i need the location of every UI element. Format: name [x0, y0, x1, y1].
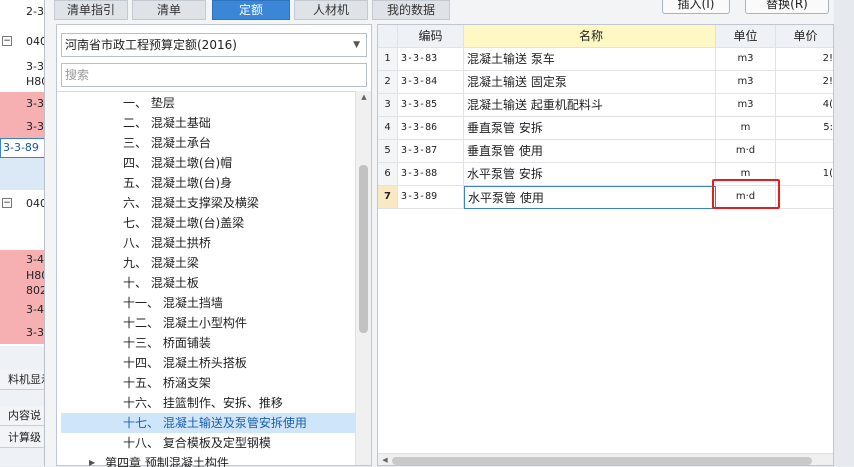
quota-tree-panel: 河南省市政工程预算定额(2016) ▼ 一、 垫层 二、 混凝土基础 三、 混凝…: [56, 24, 372, 467]
tree-item[interactable]: 十六、 挂篮制作、安拆、推移: [61, 393, 355, 413]
tree-item[interactable]: 十一、 混凝土挡墙: [61, 293, 355, 313]
tab-my-data[interactable]: 我的数据: [372, 0, 450, 20]
cell-name[interactable]: 垂直泵管 使用: [464, 140, 716, 163]
cell-unit[interactable]: m: [716, 117, 776, 140]
quota-book-value: 河南省市政工程预算定额(2016): [65, 38, 237, 52]
tab-list-guide[interactable]: 清单指引: [54, 0, 128, 20]
tab-quota[interactable]: 定额: [212, 0, 290, 20]
tree-item[interactable]: 五、 混凝土墩(台)身: [61, 173, 355, 193]
cell-price[interactable]: 5:: [776, 117, 833, 140]
quota-grid: 编码 名称 单位 单价 1 3-3-83 混凝土输送 泵车 m3 2! 2 3-…: [377, 24, 834, 466]
cell-code[interactable]: 3-3-85: [398, 94, 464, 117]
tree-item[interactable]: 八、 混凝土拱桥: [61, 233, 355, 253]
cell-code[interactable]: 3-3-88: [398, 163, 464, 186]
search-input[interactable]: [61, 63, 367, 87]
tree-item[interactable]: 九、 混凝土梁: [61, 253, 355, 273]
tree-item[interactable]: 四、 混凝土墩(台)帽: [61, 153, 355, 173]
tab-labor-material-machine[interactable]: 人材机: [294, 0, 368, 20]
row-number: 5: [378, 140, 398, 163]
tree-item[interactable]: 三、 混凝土承台: [61, 133, 355, 153]
cell-unit[interactable]: m3: [716, 71, 776, 94]
scroll-left-icon[interactable]: ◀: [380, 456, 390, 464]
tree-item[interactable]: 一、 垫层: [61, 93, 355, 113]
tab-list[interactable]: 清单: [132, 0, 206, 20]
row-number: 1: [378, 48, 398, 71]
tree-item[interactable]: 十二、 混凝土小型构件: [61, 313, 355, 333]
cell-code[interactable]: 3-3-89: [398, 186, 464, 209]
row-number: 7: [378, 186, 398, 209]
grid-horizontal-scrollbar[interactable]: ◀: [378, 453, 833, 465]
quota-book-select[interactable]: 河南省市政工程预算定额(2016) ▼: [61, 33, 367, 57]
col-header-name[interactable]: 名称: [464, 25, 716, 48]
cell-price[interactable]: 1(: [776, 163, 833, 186]
cell-price[interactable]: [776, 186, 833, 209]
insert-button[interactable]: 插入(I): [662, 0, 730, 14]
cell-name[interactable]: 混凝土输送 起重机配料斗: [464, 94, 716, 117]
tree-item-selected[interactable]: 十七、 混凝土输送及泵管安拆使用: [61, 413, 355, 433]
tree-item-chapter[interactable]: ▶ 第四章 预制混凝土构件: [61, 453, 355, 467]
cell-name[interactable]: 混凝土输送 泵车: [464, 48, 716, 71]
cell-code[interactable]: 3-3-87: [398, 140, 464, 163]
row-number: 6: [378, 163, 398, 186]
cell-price[interactable]: 4(: [776, 94, 833, 117]
cell-code[interactable]: 3-3-84: [398, 71, 464, 94]
cell-unit[interactable]: m·d: [716, 140, 776, 163]
chapter-tree: 一、 垫层 二、 混凝土基础 三、 混凝土承台 四、 混凝土墩(台)帽 五、 混…: [57, 91, 355, 467]
col-header-price[interactable]: 单价: [776, 25, 833, 48]
cell-price[interactable]: [776, 140, 833, 163]
collapse-icon[interactable]: −: [2, 36, 12, 46]
caret-right-icon[interactable]: ▶: [89, 453, 95, 467]
cell-name[interactable]: 水平泵管 使用: [464, 186, 716, 209]
tree-item[interactable]: 十三、 桥面铺装: [61, 333, 355, 353]
tree-scrollbar[interactable]: ▲: [355, 91, 371, 465]
collapse-icon[interactable]: −: [2, 198, 12, 208]
cell-unit[interactable]: m3: [716, 94, 776, 117]
col-header-unit[interactable]: 单位: [716, 25, 776, 48]
cell-code[interactable]: 3-3-83: [398, 48, 464, 71]
row-number: 4: [378, 117, 398, 140]
tree-item[interactable]: 十八、 复合模板及定型钢模: [61, 433, 355, 453]
cell-name[interactable]: 水平泵管 安拆: [464, 163, 716, 186]
row-number: 2: [378, 71, 398, 94]
replace-button[interactable]: 替换(R): [745, 0, 829, 14]
cell-price[interactable]: 2!: [776, 48, 833, 71]
cell-unit[interactable]: m3: [716, 48, 776, 71]
cell-name[interactable]: 混凝土输送 固定泵: [464, 71, 716, 94]
row-number: 3: [378, 94, 398, 117]
scrollbar-thumb[interactable]: [359, 165, 368, 333]
tree-item[interactable]: 十五、 桥涵支架: [61, 373, 355, 393]
highlight-annotation: [712, 179, 780, 209]
tree-item[interactable]: 七、 混凝土墩(台)盖梁: [61, 213, 355, 233]
tree-item[interactable]: 二、 混凝土基础: [61, 113, 355, 133]
tree-item[interactable]: 十四、 混凝土桥头搭板: [61, 353, 355, 373]
scroll-up-icon[interactable]: ▲: [359, 93, 369, 101]
cell-name[interactable]: 垂直泵管 安拆: [464, 117, 716, 140]
cell-price[interactable]: 2!: [776, 71, 833, 94]
tree-item[interactable]: 十、 混凝土板: [61, 273, 355, 293]
grid-corner: [378, 25, 398, 48]
background-right-strip: [832, 0, 854, 466]
cell-code[interactable]: 3-3-86: [398, 117, 464, 140]
chevron-down-icon: ▼: [353, 40, 360, 50]
col-header-code[interactable]: 编码: [398, 25, 464, 48]
scrollbar-thumb[interactable]: [392, 457, 812, 465]
tree-item[interactable]: 六、 混凝土支撑梁及横梁: [61, 193, 355, 213]
